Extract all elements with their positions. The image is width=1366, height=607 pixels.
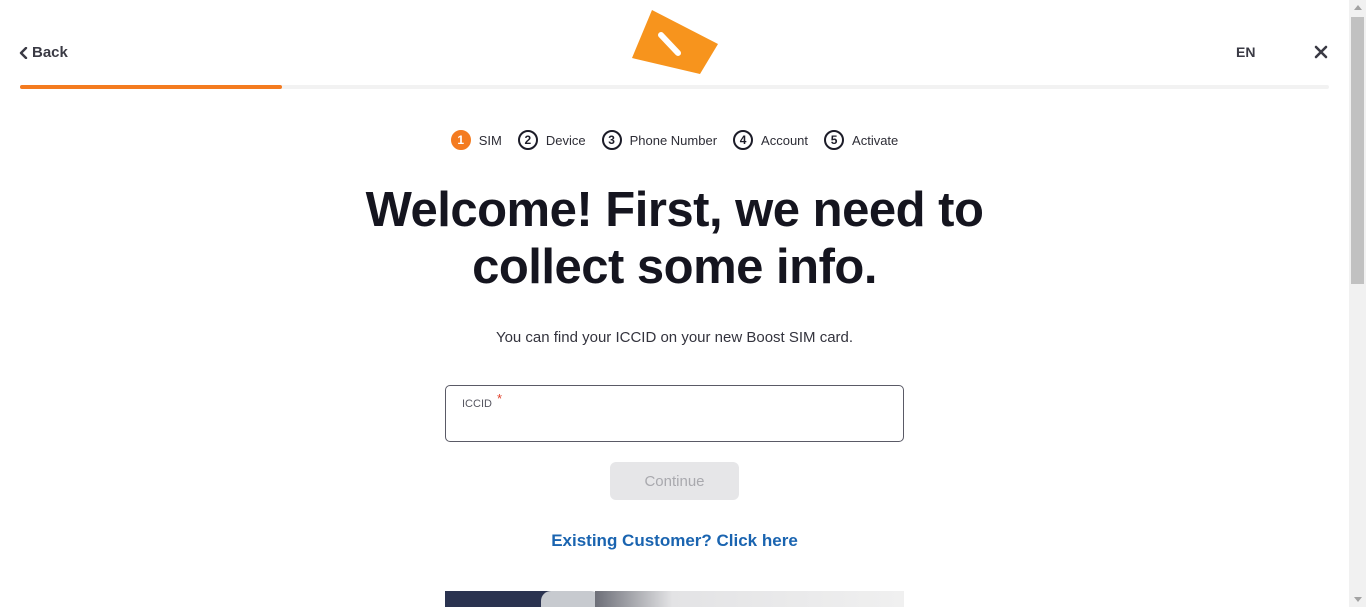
step-number: 4 [733, 130, 754, 150]
scroll-thumb[interactable] [1351, 17, 1364, 284]
step-number: 5 [824, 130, 845, 150]
language-selector[interactable]: EN [1236, 44, 1255, 60]
continue-button[interactable]: Continue [610, 462, 739, 500]
step-number: 3 [601, 130, 622, 150]
page-title: Welcome! First, we need to collect some … [0, 182, 1349, 296]
close-icon[interactable] [1314, 45, 1328, 59]
scroll-down-arrow[interactable] [1354, 597, 1362, 602]
boost-logo[interactable] [630, 8, 720, 78]
iccid-label-text: ICCID [462, 398, 492, 410]
step-label: Phone Number [629, 132, 718, 148]
hero-image [445, 591, 904, 607]
scroll-up-arrow[interactable] [1354, 5, 1362, 10]
iccid-input[interactable] [461, 410, 886, 436]
step-label: SIM [478, 132, 502, 148]
step-number: 2 [517, 130, 538, 150]
iccid-label: ICCID * [462, 391, 502, 410]
step-device: 2 Device [517, 130, 586, 150]
chevron-left-icon [19, 46, 28, 59]
progress-bar [20, 85, 1329, 89]
step-label: Account [761, 132, 809, 148]
page-title-line-1: Welcome! First, we need to [365, 183, 984, 237]
step-indicator: 1 SIM 2 Device 3 Phone Number 4 Account … [0, 130, 1349, 150]
step-sim: 1 SIM [450, 130, 502, 150]
page-subtitle: You can find your ICCID on your new Boos… [495, 329, 854, 346]
step-phone-number: 3 Phone Number [601, 130, 718, 150]
step-label: Activate [852, 132, 899, 148]
page-title-line-2: collect some info. [472, 240, 877, 294]
step-label: Device [545, 132, 586, 148]
back-label: Back [32, 44, 68, 61]
required-marker: * [496, 391, 503, 406]
back-button[interactable]: Back [19, 44, 68, 61]
iccid-field[interactable]: ICCID * [445, 385, 904, 442]
header: Back EN [0, 0, 1349, 92]
step-number: 1 [450, 130, 471, 150]
step-account: 4 Account [733, 130, 808, 150]
page-scrollbar[interactable] [1349, 0, 1366, 607]
step-activate: 5 Activate [824, 130, 898, 150]
progress-fill [20, 85, 282, 89]
existing-customer-link[interactable]: Existing Customer? Click here [0, 531, 1349, 551]
